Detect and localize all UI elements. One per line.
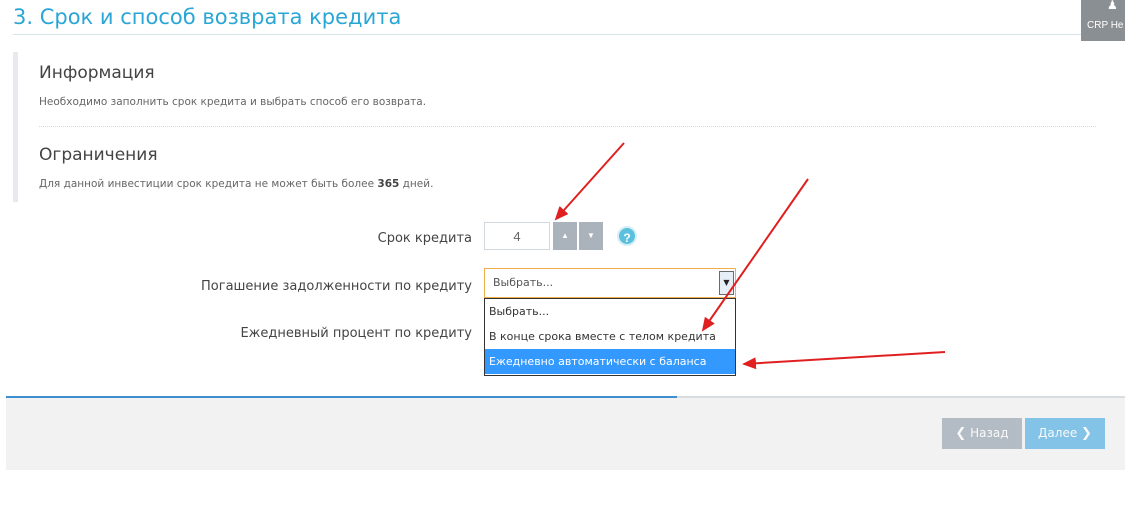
- select-arrow-icon[interactable]: ▼: [719, 271, 734, 295]
- daily-rate-label: Ежедневный процент по кредиту: [240, 326, 472, 341]
- limits-title: Ограничения: [39, 145, 158, 165]
- info-text: Необходимо заполнить срок кредита и выбр…: [39, 96, 427, 108]
- term-input[interactable]: 4: [484, 222, 550, 250]
- limits-text-after: дней.: [399, 178, 434, 190]
- repayment-dropdown[interactable]: Выбрать... В конце срока вместе с телом …: [484, 298, 736, 376]
- repayment-label: Погашение задолженности по кредиту: [201, 279, 472, 294]
- user-badge[interactable]: ♟ CRP He: [1081, 0, 1125, 41]
- user-badge-label: CRP He: [1087, 20, 1124, 31]
- dropdown-option[interactable]: Выбрать...: [485, 299, 735, 324]
- arrow-left-icon: ❮: [955, 426, 967, 441]
- decrement-button[interactable]: ▼: [579, 222, 603, 250]
- back-button[interactable]: ❮ Назад: [942, 418, 1022, 449]
- limits-text: Для данной инвестиции срок кредита не мо…: [39, 178, 433, 190]
- next-button-label: Далее: [1038, 426, 1078, 440]
- dropdown-option[interactable]: В конце срока вместе с телом кредита: [485, 324, 735, 349]
- chevron-down-icon: ▼: [587, 231, 595, 240]
- annotation-arrow: [554, 142, 625, 221]
- repayment-select[interactable]: Выбрать... ▼: [484, 268, 736, 298]
- back-button-label: Назад: [970, 426, 1009, 440]
- info-title: Информация: [39, 63, 155, 83]
- dropdown-option-highlighted[interactable]: Ежедневно автоматически с баланса: [485, 349, 735, 374]
- arrow-right-icon: ❯: [1081, 426, 1092, 441]
- limits-max-days: 365: [377, 178, 400, 190]
- page-title: 3. Срок и способ возврата кредита: [13, 5, 402, 29]
- term-label: Срок кредита: [377, 231, 472, 246]
- limits-text-before: Для данной инвестиции срок кредита не мо…: [39, 178, 378, 190]
- repayment-select-value: Выбрать...: [493, 276, 554, 289]
- increment-button[interactable]: ▲: [553, 222, 577, 250]
- info-divider: [39, 126, 1096, 127]
- users-icon: ♟: [1107, 0, 1118, 12]
- info-panel-bar: [13, 52, 18, 202]
- title-divider: [13, 34, 1125, 35]
- chevron-up-icon: ▲: [561, 231, 569, 240]
- annotation-arrow: [742, 351, 946, 370]
- next-button[interactable]: Далее ❯: [1025, 418, 1105, 449]
- help-icon[interactable]: ?: [617, 226, 637, 246]
